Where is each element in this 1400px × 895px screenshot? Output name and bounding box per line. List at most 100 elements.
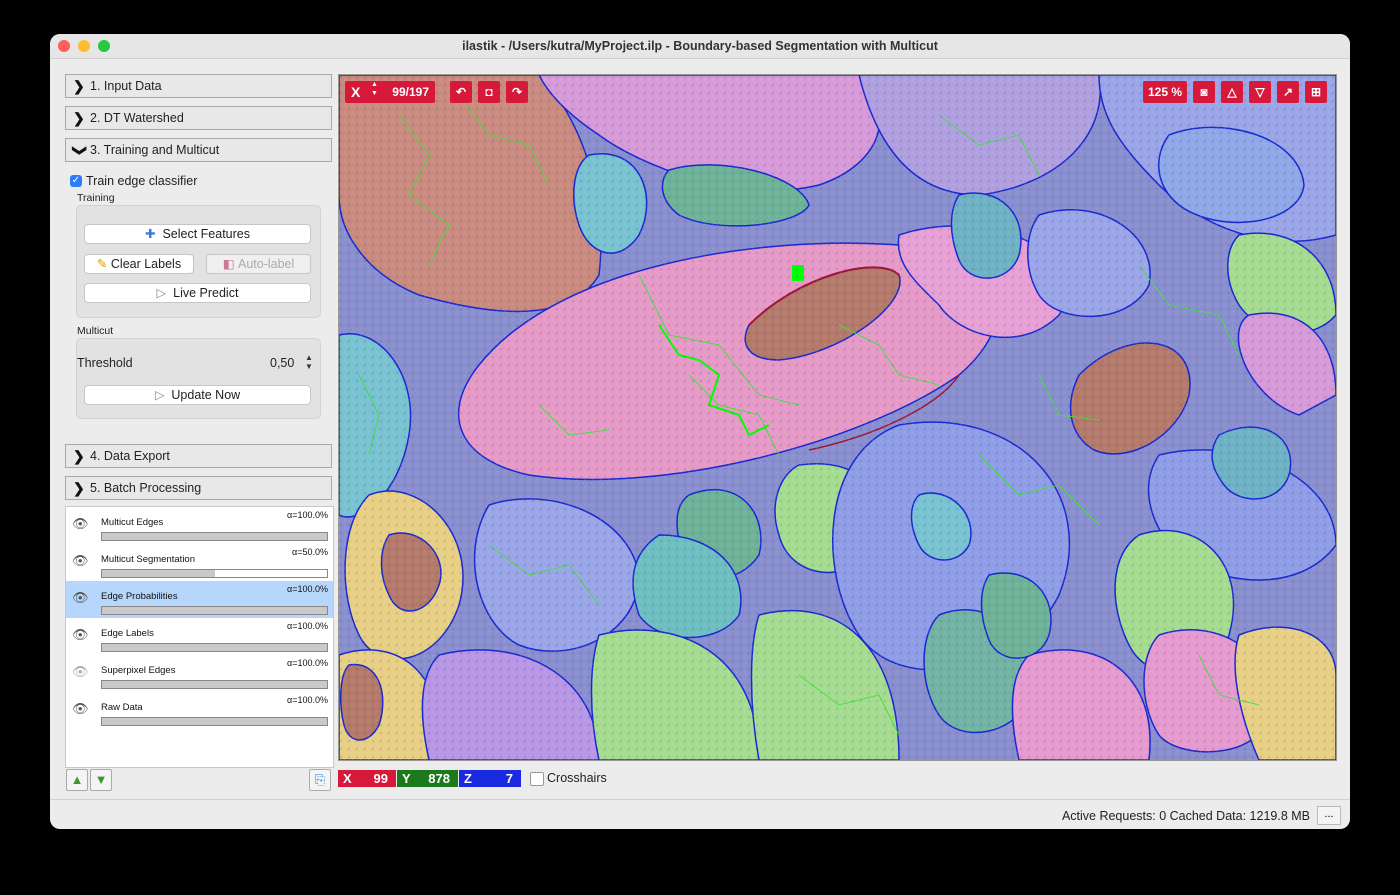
crosshairs-checkbox[interactable] <box>530 772 544 786</box>
layer-name: Raw Data <box>101 702 143 713</box>
x-position[interactable]: X 99 <box>338 770 396 787</box>
opacity-slider[interactable] <box>101 717 328 726</box>
applet-dt-watershed[interactable]: ❯ 2. DT Watershed <box>65 106 332 130</box>
z-value: 7 <box>505 771 513 786</box>
opacity-slider[interactable] <box>101 680 328 689</box>
slice-spinbox[interactable]: X ▲ ▼ 99/197 <box>345 81 435 103</box>
train-edge-classifier-label: Train edge classifier <box>86 174 198 188</box>
layer-row[interactable]: 👁 Superpixel Edges α=100.0% <box>66 655 333 692</box>
layer-alpha: α=100.0% <box>287 584 328 594</box>
plus-icon: ✚ <box>145 227 156 241</box>
layer-controls: ▲ ▼ ⎘ <box>65 767 332 792</box>
chevron-right-icon: ❯ <box>73 448 85 464</box>
z-axis-label: Z <box>464 771 472 786</box>
status-text: Active Requests: 0 Cached Data: 1219.8 M… <box>1061 809 1310 823</box>
applet-label: 3. Training and Multicut <box>90 143 220 157</box>
clear-labels-button[interactable]: ✎ Clear Labels <box>84 254 194 274</box>
opacity-fill <box>102 718 327 725</box>
applet-data-export[interactable]: ❯ 4. Data Export <box>65 444 332 468</box>
live-predict-button[interactable]: ▷ Live Predict <box>84 283 311 303</box>
layer-name: Edge Labels <box>101 628 154 639</box>
applet-label: 1. Input Data <box>90 79 162 93</box>
layer-name: Multicut Edges <box>101 517 164 528</box>
chevron-down-icon: ❯ <box>72 144 89 157</box>
multicut-group-label: Multicut <box>77 325 114 337</box>
eye-icon[interactable]: 👁 <box>72 516 89 532</box>
y-position[interactable]: Y 878 <box>397 770 458 787</box>
x-value: 99 <box>373 771 388 786</box>
layer-row[interactable]: 👁 Edge Labels α=100.0% <box>66 618 333 655</box>
title-bar: ilastik - /Users/kutra/MyProject.ilp - B… <box>50 34 1350 59</box>
palette-icon: ◧ <box>222 257 235 271</box>
opacity-fill <box>102 570 215 577</box>
layer-alpha: α=100.0% <box>287 621 328 631</box>
triangle-up-icon[interactable]: △ <box>1221 81 1243 103</box>
button-label: Auto-label <box>238 257 295 271</box>
layer-row[interactable]: 👁 Raw Data α=100.0% <box>66 692 333 729</box>
button-label: Select Features <box>162 227 250 241</box>
opacity-slider[interactable] <box>101 532 328 541</box>
threshold-label: Threshold <box>77 356 133 370</box>
eye-icon[interactable]: 👁 <box>72 590 89 606</box>
move-layer-up-icon[interactable]: ▲ <box>66 769 88 791</box>
spin-arrows-icon[interactable]: ▲ ▼ <box>305 353 313 371</box>
chevron-right-icon: ❯ <box>73 78 85 94</box>
applet-label: 5. Batch Processing <box>90 481 202 495</box>
eye-icon[interactable]: 👁 <box>72 627 89 643</box>
applet-input-data[interactable]: ❯ 1. Input Data <box>65 74 332 98</box>
segmentation-image <box>339 75 1336 760</box>
multicut-group <box>76 338 321 419</box>
opacity-slider[interactable] <box>101 606 328 615</box>
more-button[interactable]: ... <box>1317 806 1341 825</box>
move-layer-down-icon[interactable]: ▼ <box>90 769 112 791</box>
layer-list: 👁 Multicut Edges α=100.0% 👁 Multicut Seg… <box>65 506 334 768</box>
layer-row[interactable]: 👁 Multicut Edges α=100.0% <box>66 507 333 544</box>
rotate-left-icon[interactable]: ↶ <box>450 81 472 103</box>
training-group-label: Training <box>77 192 115 204</box>
camera-icon[interactable]: ◙ <box>1193 81 1215 103</box>
applet-training-multicut[interactable]: ❯ 3. Training and Multicut <box>65 138 332 162</box>
y-value: 878 <box>428 771 450 786</box>
export-layer-icon[interactable]: ⎘ <box>309 769 331 791</box>
layer-alpha: α=100.0% <box>287 695 328 705</box>
maximize-icon[interactable]: ↗ <box>1277 81 1299 103</box>
z-position[interactable]: Z 7 <box>459 770 521 787</box>
select-features-button[interactable]: ✚ Select Features <box>84 224 311 244</box>
grid-icon[interactable]: ⊞ <box>1305 81 1327 103</box>
auto-label-button[interactable]: ◧ Auto-label <box>206 254 311 274</box>
play-icon: ▷ <box>154 388 165 402</box>
rotate-right-icon[interactable]: ↷ <box>506 81 528 103</box>
reset-view-icon[interactable]: ◘ <box>478 81 500 103</box>
image-viewer[interactable]: X ▲ ▼ 99/197 ↶ ◘ ↷ 125 % ◙ △ ▽ ↗ ⊞ <box>338 74 1337 761</box>
opacity-fill <box>102 607 327 614</box>
button-label: Live Predict <box>173 286 239 300</box>
chevron-right-icon: ❯ <box>73 110 85 126</box>
train-edge-classifier-checkbox[interactable]: ✓ <box>70 175 82 187</box>
threshold-spinbox[interactable]: 0,50 <box>270 356 294 370</box>
axis-label: X <box>351 84 361 100</box>
triangle-down-icon[interactable]: ▽ <box>1249 81 1271 103</box>
opacity-slider[interactable] <box>101 569 328 578</box>
applet-batch-processing[interactable]: ❯ 5. Batch Processing <box>65 476 332 500</box>
opacity-fill <box>102 681 327 688</box>
layer-name: Edge Probabilities <box>101 591 178 602</box>
brush-icon: ✎ <box>96 257 108 271</box>
zoom-level[interactable]: 125 % <box>1143 81 1187 103</box>
eye-icon[interactable]: 👁 <box>72 553 89 569</box>
window-title: ilastik - /Users/kutra/MyProject.ilp - B… <box>462 39 938 53</box>
chevron-right-icon: ❯ <box>73 480 85 496</box>
opacity-slider[interactable] <box>101 643 328 652</box>
eye-hidden-icon[interactable]: 👁 <box>72 664 89 680</box>
button-label: Update Now <box>171 388 241 402</box>
layer-row-selected[interactable]: 👁 Edge Probabilities α=100.0% <box>66 581 333 618</box>
button-label: Clear Labels <box>110 257 182 271</box>
update-now-button[interactable]: ▷ Update Now <box>84 385 311 405</box>
layer-name: Superpixel Edges <box>101 665 176 676</box>
layer-name: Multicut Segmentation <box>101 554 195 565</box>
eye-icon[interactable]: 👁 <box>72 701 89 717</box>
layer-row[interactable]: 👁 Multicut Segmentation α=50.0% <box>66 544 333 581</box>
layer-alpha: α=100.0% <box>287 510 328 520</box>
spin-arrows-icon[interactable]: ▲ ▼ <box>371 80 378 98</box>
status-bar: Active Requests: 0 Cached Data: 1219.8 M… <box>50 799 1350 829</box>
layer-alpha: α=100.0% <box>287 658 328 668</box>
